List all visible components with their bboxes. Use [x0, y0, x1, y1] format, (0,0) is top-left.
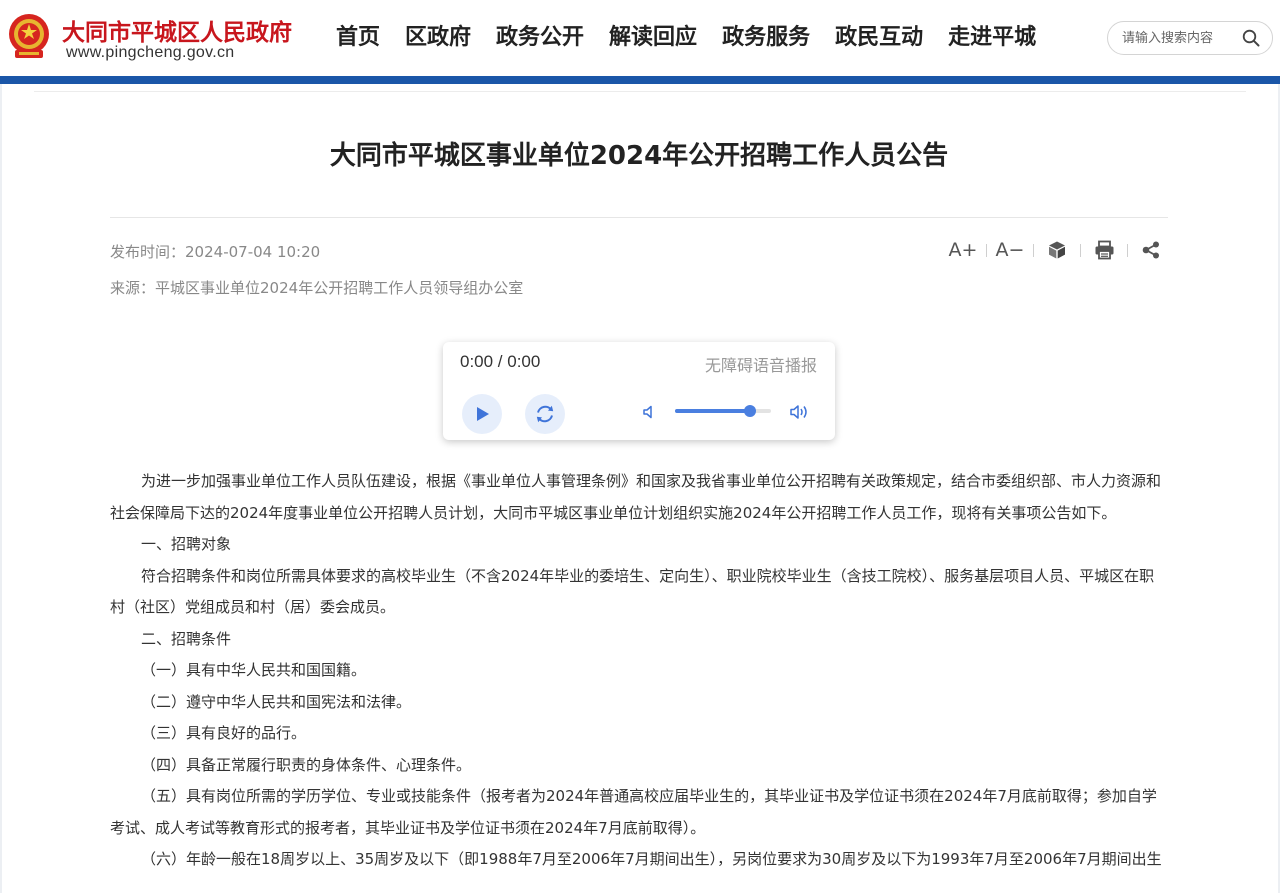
list-item: （五）具有岗位所需的学历学位、专业或技能条件（报考者为2024年普通高校应届毕业…	[110, 787, 1157, 837]
loop-icon	[536, 405, 554, 423]
print-icon[interactable]	[1087, 236, 1121, 264]
national-emblem-icon[interactable]	[6, 12, 52, 60]
player-label: 无障碍语音播报	[704, 356, 817, 375]
page-left-border	[0, 84, 2, 893]
nav-item-interpretation-response[interactable]: 解读回应	[609, 22, 697, 54]
tool-divider	[986, 243, 987, 257]
font-increase-icon[interactable]: A+	[946, 236, 980, 264]
loop-button[interactable]	[525, 394, 565, 434]
list-item: （一）具有中华人民共和国国籍。	[141, 661, 367, 679]
font-decrease-icon[interactable]: A−	[993, 236, 1027, 264]
play-button[interactable]	[462, 394, 502, 434]
section-heading: 一、招聘对象	[141, 535, 232, 553]
list-item: （二）遵守中华人民共和国宪法和法律。	[141, 692, 412, 711]
article-title: 大同市平城区事业单位2024年公开招聘工作人员公告	[329, 141, 949, 171]
publish-label: 发布时间：	[110, 243, 186, 261]
title-divider	[110, 217, 1168, 218]
site-header: 大同市平城区人民政府 www.pingcheng.gov.cn 首页 区政府 政…	[0, 0, 1280, 76]
section-heading: 二、招聘条件	[141, 629, 232, 648]
volume-slider[interactable]	[675, 405, 771, 417]
tool-divider	[1033, 243, 1034, 257]
content-top-divider	[34, 91, 1246, 92]
paragraph-intro: 为进一步加强事业单位工作人员队伍建设，根据《事业单位人事管理条例》和国家及我省事…	[110, 472, 1162, 522]
main-nav: 首页 区政府 政务公开 解读回应 政务服务 政民互动 走进平城	[336, 22, 1061, 54]
source-label: 来源：	[110, 279, 156, 297]
article-tools: A+ A−	[946, 236, 1168, 264]
header-divider-bar	[0, 76, 1280, 84]
tool-divider	[1127, 243, 1128, 257]
source-info: 来源：平城区事业单位2024年公开招聘工作人员领导组办公室	[110, 277, 523, 298]
tool-divider	[1080, 243, 1081, 257]
list-item: （六）年龄一般在18周岁以上、35周岁及以下（即1988年7月至2006年7月期…	[141, 850, 1162, 868]
cube-icon[interactable]	[1040, 236, 1074, 264]
nav-item-government-services[interactable]: 政务服务	[722, 22, 810, 54]
search-input[interactable]	[1122, 28, 1232, 48]
nav-item-district-government[interactable]: 区政府	[405, 22, 471, 54]
volume-handle[interactable]	[743, 405, 756, 417]
share-icon[interactable]	[1134, 236, 1168, 264]
site-url: www.pingcheng.gov.cn	[66, 44, 235, 61]
list-item: （四）具备正常履行职责的身体条件、心理条件。	[141, 755, 472, 774]
search-icon[interactable]	[1242, 29, 1260, 47]
search-box	[1107, 21, 1273, 55]
nav-item-home[interactable]: 首页	[336, 22, 380, 54]
play-icon	[477, 407, 489, 421]
publish-info: 发布时间：2024-07-04 10:20	[110, 241, 320, 262]
site-name[interactable]: 大同市平城区人民政府	[62, 13, 292, 47]
accessibility-audio-player: 0:00 / 0:00 无障碍语音播报	[443, 342, 835, 440]
nav-item-government-affairs-public[interactable]: 政务公开	[496, 22, 584, 54]
article-body: 为进一步加强事业单位工作人员队伍建设，根据《事业单位人事管理条例》和国家及我省事…	[110, 466, 1168, 876]
publish-time: 2024-07-04 10:20	[185, 243, 321, 261]
source-text: 平城区事业单位2024年公开招聘工作人员领导组办公室	[155, 279, 524, 297]
volume-high-icon[interactable]	[789, 402, 811, 422]
volume-low-icon[interactable]	[641, 403, 659, 421]
nav-item-about-pingcheng[interactable]: 走进平城	[948, 22, 1036, 54]
paragraph: 符合招聘条件和岗位所需具体要求的高校毕业生（不含2024年毕业的委培生、定向生）…	[110, 566, 1155, 617]
list-item: （三）具有良好的品行。	[141, 724, 307, 742]
nav-item-public-interaction[interactable]: 政民互动	[835, 22, 923, 54]
volume-level	[675, 409, 750, 413]
player-time: 0:00 / 0:00	[460, 352, 541, 371]
